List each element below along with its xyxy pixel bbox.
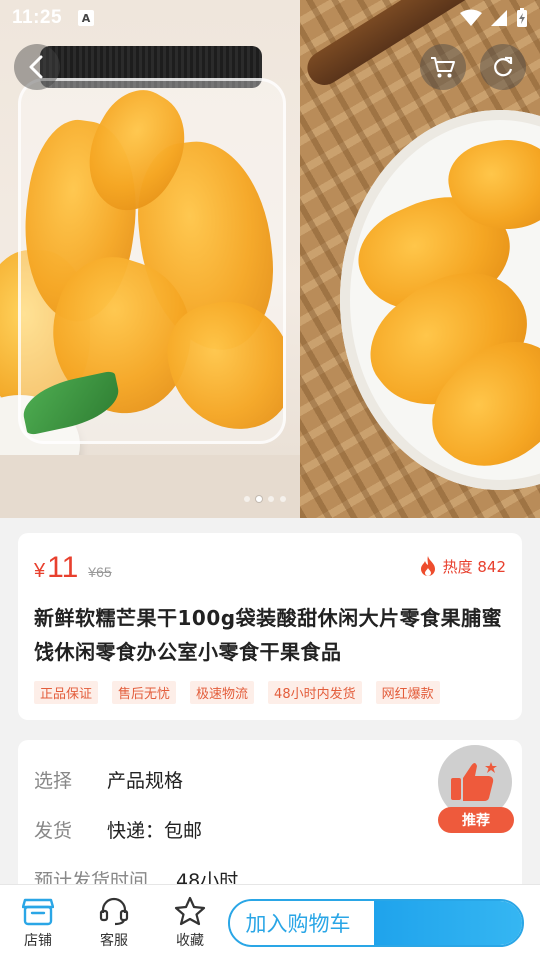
service-tag: 售后无忧 — [112, 681, 177, 704]
buy-now-segment[interactable] — [374, 901, 522, 945]
heat-label: 热度 842 — [442, 557, 506, 576]
thumbs-up-icon — [451, 762, 497, 801]
status-bar: 11:25 A — [0, 0, 540, 36]
spec-key: 选择 — [34, 769, 73, 792]
headset-icon — [99, 897, 129, 925]
carousel-dot[interactable] — [280, 496, 286, 502]
original-price: ¥65 — [88, 564, 112, 580]
notification-a-icon: A — [78, 10, 95, 26]
chevron-left-icon — [29, 55, 43, 79]
carousel-dot[interactable] — [244, 496, 250, 502]
spec-value: 快递：包邮 — [107, 819, 203, 842]
recommend-label: 推荐 — [438, 807, 514, 833]
carousel-indicator — [244, 496, 286, 502]
price-row: ¥11 ¥65 热度 842 — [34, 551, 506, 585]
product-info-card: ¥11 ¥65 热度 842 新鲜软糯芒果干100g袋装酸甜休闲大片零食果脯蜜饯… — [18, 533, 522, 720]
store-label: 店铺 — [24, 932, 52, 949]
status-time: 11:25 — [12, 7, 63, 28]
spec-row-select[interactable]: 选择 产品规格 — [34, 754, 506, 804]
spec-row-shipping: 发货 快递：包邮 — [34, 804, 506, 854]
recommend-button[interactable]: 推荐 — [438, 745, 514, 833]
carousel-dot[interactable] — [268, 496, 274, 502]
currency-symbol: ¥ — [34, 560, 46, 582]
favorite-button[interactable]: 收藏 — [152, 896, 228, 950]
wifi-icon — [460, 9, 482, 26]
carousel-dot-active[interactable] — [256, 496, 262, 502]
service-tags: 正品保证 售后无忧 极速物流 48小时内发货 网红爆款 — [34, 681, 506, 704]
service-tag: 48小时内发货 — [268, 681, 362, 704]
product-title: 新鲜软糯芒果干100g袋装酸甜休闲大片零食果脯蜜饯休闲零食办公室小零食干果食品 — [34, 606, 503, 664]
table-surface — [0, 455, 300, 518]
star-icon — [174, 896, 206, 925]
service-tag: 网红爆款 — [375, 681, 440, 704]
price-value: 11 — [47, 551, 79, 584]
cart-button[interactable] — [420, 44, 466, 90]
customer-service-label: 客服 — [100, 932, 128, 949]
spec-key: 发货 — [34, 819, 73, 842]
bottom-action-bar: 店铺 客服 收藏 加入购物车 — [0, 884, 540, 960]
back-button[interactable] — [14, 44, 60, 90]
signal-icon — [491, 10, 507, 26]
refresh-share-icon — [494, 56, 513, 77]
shopping-cart-icon — [431, 57, 455, 78]
spec-value: 产品规格 — [107, 769, 184, 792]
customer-service-button[interactable]: 客服 — [76, 896, 152, 950]
flame-icon — [420, 556, 435, 576]
heat-badge: 热度 842 — [419, 555, 506, 577]
share-button[interactable] — [480, 44, 526, 90]
store-button[interactable]: 店铺 — [0, 896, 76, 950]
add-to-cart-button[interactable]: 加入购物车 — [228, 899, 524, 947]
battery-icon — [517, 8, 527, 27]
service-tag: 极速物流 — [190, 681, 255, 704]
store-icon — [22, 898, 54, 925]
favorite-label: 收藏 — [176, 932, 204, 949]
service-tag: 正品保证 — [34, 681, 99, 704]
add-to-cart-label: 加入购物车 — [230, 901, 374, 945]
current-price: ¥11 — [34, 551, 78, 585]
